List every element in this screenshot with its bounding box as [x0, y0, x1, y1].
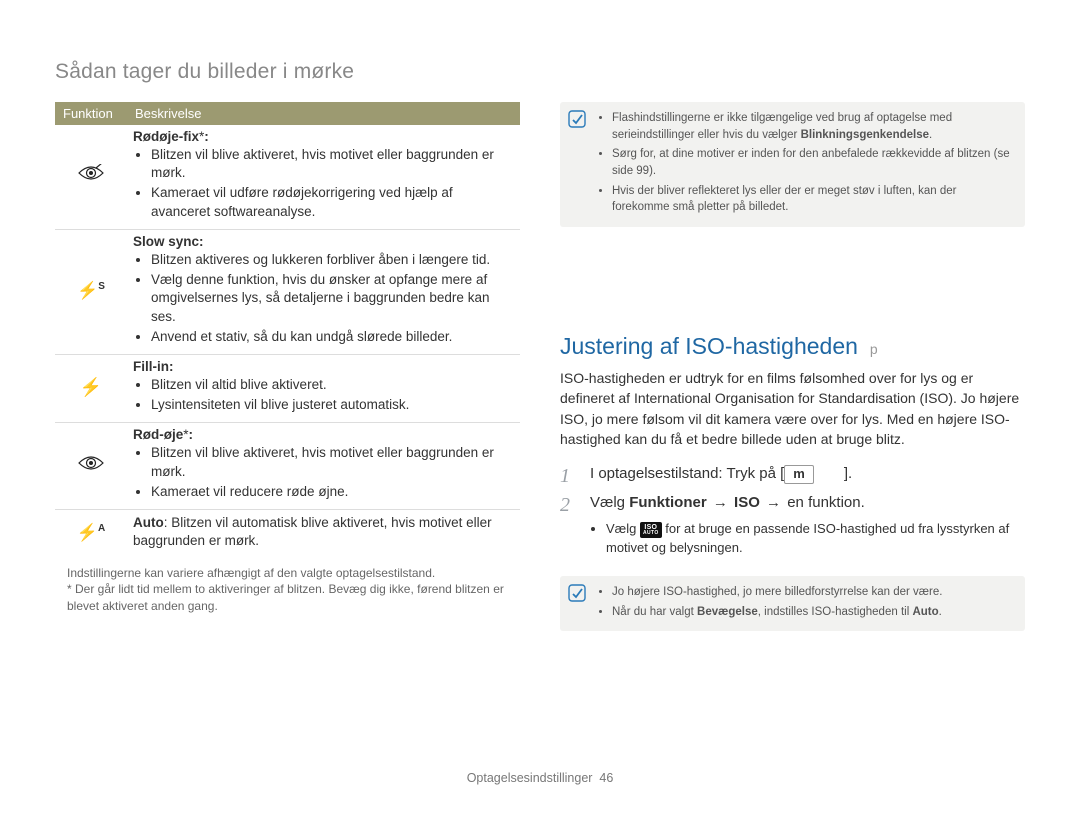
- auto-flash-icon: ⚡A: [55, 510, 127, 557]
- sub-pre: Vælg: [606, 521, 640, 536]
- footer: Optagelsesindstillinger 46: [0, 771, 1080, 785]
- right-column: Flashindstillingerne er ikke tilgængelig…: [560, 102, 1025, 647]
- bold-blink: Blinkningsgenkendelse: [801, 129, 929, 141]
- note-item: Når du har valgt Bevægelse, indstilles I…: [612, 604, 942, 621]
- b2-pre: Når du har valgt: [612, 606, 697, 618]
- table-row: ⚡ Fill-in: Blitzen vil altid blive aktiv…: [55, 354, 520, 422]
- sub-post: for at bruge en passende ISO-hastighed u…: [606, 521, 1009, 555]
- th-description: Beskrivelse: [127, 102, 520, 125]
- sub-item: Vælg ISOAUTO for at bruge en passende IS…: [606, 520, 1025, 558]
- fill-in-icon: ⚡: [55, 354, 127, 422]
- step2-post: en funktion.: [787, 494, 865, 511]
- note-item: Hvis der bliver reflekteret lys eller de…: [612, 183, 1015, 216]
- asterisk: *: [183, 427, 188, 442]
- step2-b2: ISO: [734, 494, 760, 511]
- red-eye-icon: [55, 423, 127, 510]
- mode-badge: p: [870, 341, 878, 357]
- footer-page: 46: [599, 771, 613, 785]
- footnotes: Indstillingerne kan variere afhængigt af…: [55, 565, 520, 615]
- redeye-fix-icon: [55, 125, 127, 229]
- heading-text: Justering af ISO-hastigheden: [560, 333, 858, 360]
- auto-text: : Blitzen vil automatisk blive aktiveret…: [133, 515, 492, 548]
- list-item: Anvend et stativ, så du kan undgå sløred…: [151, 328, 514, 346]
- note-icon: [568, 110, 586, 128]
- intro-paragraph: ISO-hastigheden er udtryk for en films f…: [560, 368, 1025, 449]
- b2-bold: Bevægelse: [697, 606, 758, 618]
- note-box-top: Flashindstillingerne er ikke tilgængelig…: [560, 102, 1025, 227]
- arrow-icon: →: [760, 494, 787, 511]
- list-item: Blitzen vil blive aktiveret, hvis motive…: [151, 146, 514, 182]
- th-function: Funktion: [55, 102, 127, 125]
- step-sub: Vælg ISOAUTO for at bruge en passende IS…: [590, 520, 1025, 558]
- slow-sync-icon: ⚡S: [55, 229, 127, 354]
- section-heading: Justering af ISO-hastigheden p: [560, 333, 1025, 360]
- b2-post: .: [939, 606, 942, 618]
- list-item: Blitzen vil blive aktiveret, hvis motive…: [151, 444, 514, 480]
- auto-bold: Auto: [133, 515, 164, 530]
- table-row: Rødøje-fix*: Blitzen vil blive aktiveret…: [55, 125, 520, 229]
- steps-list: I optagelsestilstand: Tryk på [m]. Vælg …: [560, 463, 1025, 514]
- footnote-2: * Der går lidt tid mellem to aktiveringe…: [67, 581, 520, 615]
- list-item: Kameraet vil udføre rødøjekorrigering ve…: [151, 184, 514, 220]
- b2-mid: , indstilles ISO-hastigheden til: [758, 606, 913, 618]
- note-item: Sørg for, at dine motiver er inden for d…: [612, 146, 1015, 179]
- left-column: Funktion Beskrivelse Rødøje-fix*: Blit: [55, 102, 520, 615]
- note-item: Jo højere ISO-hastighed, jo mere billedf…: [612, 584, 942, 601]
- table-row: Rød-øje*: Blitzen vil blive aktiveret, h…: [55, 423, 520, 510]
- arrow-icon: →: [707, 494, 734, 511]
- list-item: Blitzen vil altid blive aktiveret.: [151, 376, 514, 394]
- step2-pre: Vælg: [590, 494, 629, 511]
- step-1: I optagelsestilstand: Tryk på [m].: [560, 463, 1025, 486]
- row-title: Rødøje-fix: [133, 129, 199, 144]
- list-item: Vælg denne funktion, hvis du ønsker at o…: [151, 271, 514, 326]
- row-title: Rød-øje: [133, 427, 183, 442]
- b2-bold2: Auto: [912, 606, 938, 618]
- asterisk: *: [199, 129, 204, 144]
- step1-pre: I optagelsestilstand: Tryk på [: [590, 465, 784, 482]
- footer-label: Optagelsesindstillinger: [467, 771, 593, 785]
- list-item: Lysintensiteten vil blive justeret autom…: [151, 396, 514, 414]
- table-row: ⚡A Auto: Blitzen vil automatisk blive ak…: [55, 510, 520, 557]
- note-box-bottom: Jo højere ISO-hastighed, jo mere billedf…: [560, 576, 1025, 631]
- function-table: Funktion Beskrivelse Rødøje-fix*: Blit: [55, 102, 520, 557]
- step2-b1: Funktioner: [629, 494, 707, 511]
- step-2: Vælg Funktioner → ISO → en funktion.: [560, 492, 1025, 515]
- row-title: Fill-in: [133, 359, 169, 374]
- page-title: Sådan tager du billeder i mørke: [55, 60, 1025, 84]
- menu-button: m: [784, 465, 814, 484]
- note-item: Flashindstillingerne er ikke tilgængelig…: [612, 110, 1015, 143]
- table-row: ⚡S Slow sync: Blitzen aktiveres og lukke…: [55, 229, 520, 354]
- list-item: Kameraet vil reducere røde øjne.: [151, 483, 514, 501]
- note-icon: [568, 584, 586, 602]
- footnote-1: Indstillingerne kan variere afhængigt af…: [67, 565, 520, 582]
- step1-post: ].: [844, 465, 852, 482]
- iso-auto-icon: ISOAUTO: [640, 522, 662, 538]
- row-title: Slow sync: [133, 234, 199, 249]
- list-item: Blitzen aktiveres og lukkeren forbliver …: [151, 251, 514, 269]
